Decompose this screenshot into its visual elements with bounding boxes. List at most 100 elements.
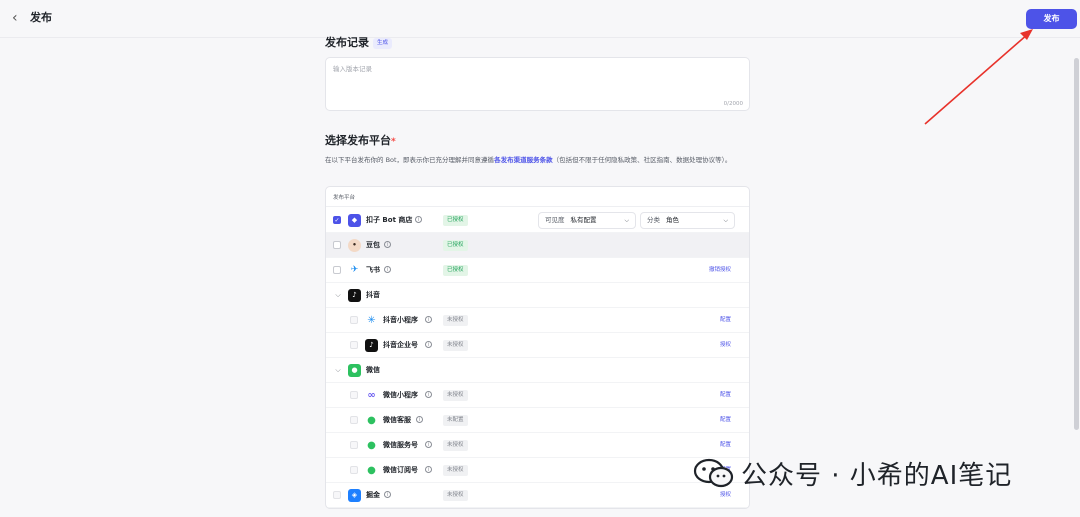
platform-name: 抖音企业号 [383, 341, 418, 349]
release-notes-title: 发布记录 [325, 36, 369, 49]
platform-row-feishu[interactable]: ✈ 飞书 i 已授权 撤销授权 [326, 258, 749, 283]
watermark-text: 公众号 · 小希的AI笔记 [741, 460, 1013, 491]
desc-after: （包括但不限于任何隐私政策、社区指南、数据处理协议等）。 [552, 156, 732, 164]
category-select[interactable]: 分类 角色 ⌵ [640, 212, 735, 229]
group-name: 抖音 [366, 291, 380, 299]
juejin-icon: ◈ [348, 489, 361, 502]
platform-row-coze-store[interactable]: ✓ ◆ 扣子 Bot 商店 i 已授权 可见度 私有配置 ⌵ 分类 角色 ⌵ [326, 208, 749, 233]
configure-link[interactable]: 配置 [720, 390, 731, 401]
configure-link[interactable]: 配置 [720, 315, 731, 326]
platforms-description: 在以下平台发布你的 Bot，即表示你已充分理解并同意遵循各发布渠道服务条款（包括… [325, 154, 750, 166]
platform-row-wechat-service-account[interactable]: ● 微信服务号 i 未授权 配置 [326, 433, 749, 458]
group-name: 微信 [366, 366, 380, 374]
column-header: 发布平台 [326, 187, 749, 207]
checkbox-doubao[interactable] [333, 241, 341, 249]
platform-name: 微信客服 [383, 416, 411, 424]
platform-row-wechat-miniapp[interactable]: ∞ 微信小程序 i 未授权 配置 [326, 383, 749, 408]
wechat-subscription-icon: ● [365, 464, 378, 477]
chevron-down-icon[interactable]: ⌵ [333, 365, 343, 375]
platform-name: 抖音小程序 [383, 316, 418, 324]
wechat-watermark-icon [693, 458, 734, 488]
generate-button[interactable]: 生成 [373, 38, 393, 49]
checkbox-coze-store[interactable]: ✓ [333, 216, 341, 224]
status-badge: 未授权 [443, 315, 468, 326]
platform-row-wechat-subscription[interactable]: ● 微信订阅号 i 未授权 配置 [326, 458, 749, 483]
checkbox-juejin[interactable] [333, 491, 341, 499]
info-icon[interactable]: i [425, 441, 432, 448]
visibility-select[interactable]: 可见度 私有配置 ⌵ [538, 212, 636, 229]
platforms-title: 选择发布平台* [325, 134, 396, 149]
wechat-miniapp-icon: ∞ [365, 389, 378, 402]
platform-name: 豆包 [366, 241, 380, 249]
publish-button[interactable]: 发布 [1026, 9, 1077, 29]
configure-link[interactable]: 配置 [720, 415, 731, 426]
page-title: 发布 [30, 11, 52, 24]
chevron-down-icon: ⌵ [624, 217, 629, 224]
platform-name: 飞书 [366, 266, 380, 274]
status-badge: 未授权 [443, 440, 468, 451]
wechat-service-account-icon: ● [365, 439, 378, 452]
desc-before: 在以下平台发布你的 Bot，即表示你已充分理解并同意遵循 [325, 156, 495, 164]
authorize-link[interactable]: 授权 [720, 340, 731, 351]
checkbox-feishu[interactable] [333, 266, 341, 274]
platform-group-wechat[interactable]: ⌵ ● 微信 [326, 358, 749, 383]
status-badge: 已授权 [443, 240, 468, 251]
chevron-down-icon: ⌵ [723, 217, 728, 224]
revoke-auth-link[interactable]: 撤销授权 [709, 265, 731, 276]
info-icon[interactable]: i [425, 341, 432, 348]
platform-row-juejin[interactable]: ◈ 掘金 i 未授权 授权 [326, 483, 749, 508]
info-icon[interactable]: i [415, 216, 422, 223]
checkbox-wechat-service[interactable] [350, 416, 358, 424]
char-counter: 0/2000 [723, 101, 743, 107]
info-icon[interactable]: i [384, 241, 391, 248]
coze-store-icon: ◆ [348, 214, 361, 227]
checkbox-wechat-service-account[interactable] [350, 441, 358, 449]
category-value: 角色 [666, 216, 679, 224]
top-bar: ‹ 发布 发布 [0, 0, 1080, 38]
wechat-icon: ● [348, 364, 361, 377]
platforms-title-text: 选择发布平台 [325, 134, 391, 147]
platform-row-wechat-service[interactable]: ● 微信客服 i 未配置 配置 [326, 408, 749, 433]
status-badge: 未授权 [443, 390, 468, 401]
configure-link[interactable]: 配置 [720, 440, 731, 451]
platform-name: 微信服务号 [383, 441, 418, 449]
checkbox-douyin-enterprise[interactable] [350, 341, 358, 349]
visibility-value: 私有配置 [570, 216, 597, 224]
platform-row-douyin-enterprise[interactable]: ♪ 抖音企业号 i 未授权 授权 [326, 333, 749, 358]
status-badge: 未授权 [443, 465, 468, 476]
watermark: 公众号 · 小希的AI笔记 [693, 456, 1013, 491]
visibility-label: 可见度 [545, 216, 565, 224]
back-icon[interactable]: ‹ [12, 10, 28, 26]
info-icon[interactable]: i [416, 416, 423, 423]
checkbox-douyin-miniapp[interactable] [350, 316, 358, 324]
feishu-icon: ✈ [348, 264, 361, 277]
authorize-link[interactable]: 授权 [720, 490, 731, 501]
info-icon[interactable]: i [425, 316, 432, 323]
status-badge: 已授权 [443, 215, 468, 226]
chevron-down-icon[interactable]: ⌵ [333, 290, 343, 300]
status-badge: 已授权 [443, 265, 468, 276]
info-icon[interactable]: i [425, 391, 432, 398]
category-label: 分类 [647, 216, 660, 224]
info-icon[interactable]: i [384, 266, 391, 273]
status-badge: 未授权 [443, 490, 468, 501]
info-icon[interactable]: i [384, 491, 391, 498]
platform-name: 扣子 Bot 商店 [366, 216, 413, 224]
info-icon[interactable]: i [425, 466, 432, 473]
platform-row-douyin-miniapp[interactable]: ✳ 抖音小程序 i 未授权 配置 [326, 308, 749, 333]
terms-link[interactable]: 各发布渠道服务条款 [494, 156, 553, 164]
platform-table: 发布平台 ✓ ◆ 扣子 Bot 商店 i 已授权 可见度 私有配置 ⌵ 分类 角色 ⌵ … [325, 186, 750, 509]
douyin-enterprise-icon: ♪ [365, 339, 378, 352]
douyin-icon: ♪ [348, 289, 361, 302]
platform-group-douyin[interactable]: ⌵ ♪ 抖音 [326, 283, 749, 308]
page-scrollbar[interactable] [1074, 58, 1079, 430]
release-notes-input[interactable]: 输入版本记录 0/2000 [325, 57, 750, 111]
status-badge: 未配置 [443, 415, 468, 426]
status-badge: 未授权 [443, 340, 468, 351]
platform-row-doubao[interactable]: • 豆包 i 已授权 [326, 233, 749, 258]
release-notes-placeholder: 输入版本记录 [333, 65, 372, 73]
wechat-service-icon: ● [365, 414, 378, 427]
checkbox-wechat-subscription[interactable] [350, 466, 358, 474]
checkbox-wechat-miniapp[interactable] [350, 391, 358, 399]
platform-name: 微信订阅号 [383, 466, 418, 474]
